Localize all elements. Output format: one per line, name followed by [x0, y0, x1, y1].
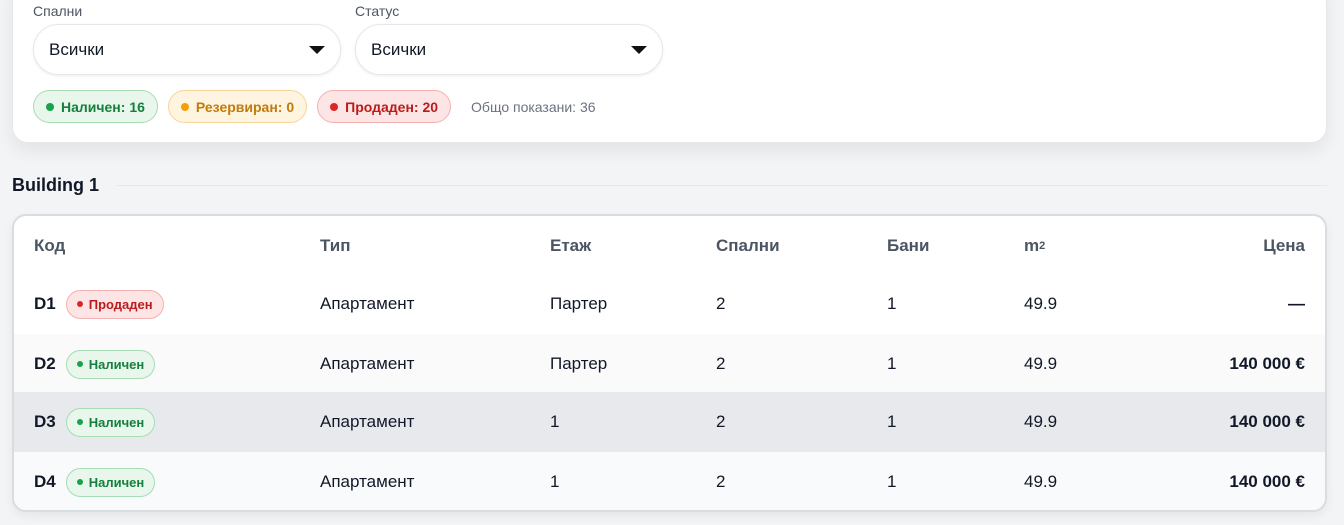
available-dot-icon: [46, 102, 54, 111]
unit-floor: Партер: [550, 294, 608, 313]
status-dot-icon: [76, 479, 83, 485]
header-price[interactable]: Цена: [1263, 216, 1305, 276]
unit-price: —: [1288, 294, 1305, 313]
status-badge-label: Продаден: [88, 296, 153, 312]
unit-bedrooms: 2: [716, 412, 726, 431]
unit-code: D2: [34, 354, 56, 373]
sold-count-chip[interactable]: Продаден: 20: [317, 90, 452, 123]
unit-floor: 1: [550, 412, 560, 431]
chevron-down-icon: [309, 45, 325, 54]
unit-price: 140 000 €: [1229, 472, 1305, 491]
table-row[interactable]: D3 Наличен Апартамент 1 2 1 49.9 140 000…: [14, 392, 1325, 452]
status-badge: Наличен: [65, 349, 156, 379]
status-badge: Наличен: [65, 467, 156, 497]
unit-price: 140 000 €: [1229, 412, 1305, 431]
header-type[interactable]: Тип: [320, 216, 350, 276]
status-dot-icon: [76, 419, 83, 425]
table-header-row: Код Тип Етаж Спални Бани m2 Цена: [14, 216, 1325, 276]
unit-code-cell: D1 Продаден: [34, 274, 164, 334]
status-select-value: Всички: [371, 39, 427, 59]
sold-dot-icon: [330, 102, 339, 111]
unit-bedrooms: 2: [716, 354, 726, 373]
status-select[interactable]: Всички: [355, 24, 663, 75]
section-divider: [117, 185, 1327, 186]
units-table: Код Тип Етаж Спални Бани m2 Цена D1 Прод…: [12, 214, 1327, 512]
reserved-count-chip[interactable]: Резервиран: 0: [167, 90, 308, 123]
status-badge: Продаден: [65, 289, 164, 319]
unit-code: D4: [34, 472, 56, 491]
unit-code: D3: [34, 412, 56, 431]
bedrooms-select[interactable]: Всички: [33, 24, 341, 75]
unit-bedrooms: 2: [716, 294, 726, 313]
unit-code-cell: D2 Наличен: [34, 334, 156, 394]
table-row[interactable]: D2 Наличен Апартамент Партер 2 1 49.9 14…: [14, 334, 1325, 394]
header-bedrooms[interactable]: Спални: [716, 216, 780, 276]
section-title: Building 1: [12, 175, 99, 195]
unit-bathrooms: 1: [887, 472, 897, 491]
unit-area: 49.9: [1024, 354, 1058, 373]
unit-area: 49.9: [1024, 472, 1058, 491]
unit-type: Апартамент: [320, 294, 415, 313]
unit-bathrooms: 1: [887, 354, 897, 373]
total-shown-text: Общо показани: 36: [471, 98, 596, 115]
status-badge: Наличен: [65, 407, 156, 437]
sold-count-label: Продаден: 20: [345, 98, 439, 115]
status-dot-icon: [76, 361, 83, 367]
status-dot-icon: [76, 301, 83, 307]
unit-area: 49.9: [1024, 294, 1058, 313]
unit-type: Апартамент: [320, 354, 415, 373]
table-row[interactable]: D4 Наличен Апартамент 1 2 1 49.9 140 000…: [14, 452, 1325, 510]
unit-code-cell: D3 Наличен: [34, 392, 156, 452]
status-counts: Наличен: 16 Резервиран: 0 Продаден: 20 О…: [33, 90, 596, 123]
unit-type: Апартамент: [320, 412, 415, 431]
unit-area: 49.9: [1024, 412, 1058, 431]
unit-floor: 1: [550, 472, 560, 491]
header-area[interactable]: m2: [1024, 216, 1045, 276]
unit-bathrooms: 1: [887, 412, 897, 431]
table-row[interactable]: D1 Продаден Апартамент Партер 2 1 49.9 —: [14, 274, 1325, 334]
header-code[interactable]: Код: [34, 216, 65, 276]
reserved-dot-icon: [180, 102, 189, 111]
status-badge-label: Наличен: [88, 414, 145, 430]
header-floor[interactable]: Етаж: [550, 216, 591, 276]
bedrooms-select-value: Всички: [49, 39, 105, 59]
available-count-chip[interactable]: Наличен: 16: [33, 90, 158, 123]
status-badge-label: Наличен: [88, 356, 145, 372]
unit-floor: Партер: [550, 354, 608, 373]
bedrooms-filter-label: Спални: [33, 3, 83, 19]
unit-type: Апартамент: [320, 472, 415, 491]
unit-code: D1: [34, 294, 56, 313]
status-filter-label: Статус: [355, 3, 400, 19]
header-bathrooms[interactable]: Бани: [887, 216, 929, 276]
status-badge-label: Наличен: [88, 474, 145, 490]
available-count-label: Наличен: 16: [61, 98, 145, 115]
chevron-down-icon: [631, 45, 647, 54]
reserved-count-label: Резервиран: 0: [195, 98, 295, 115]
header-area-unit: m: [1024, 236, 1040, 255]
filter-card: Спални Всички Статус Всички Наличен: 16 …: [12, 0, 1327, 143]
unit-bedrooms: 2: [716, 472, 726, 491]
unit-price: 140 000 €: [1229, 354, 1305, 373]
unit-code-cell: D4 Наличен: [34, 452, 156, 510]
unit-bathrooms: 1: [887, 294, 897, 313]
